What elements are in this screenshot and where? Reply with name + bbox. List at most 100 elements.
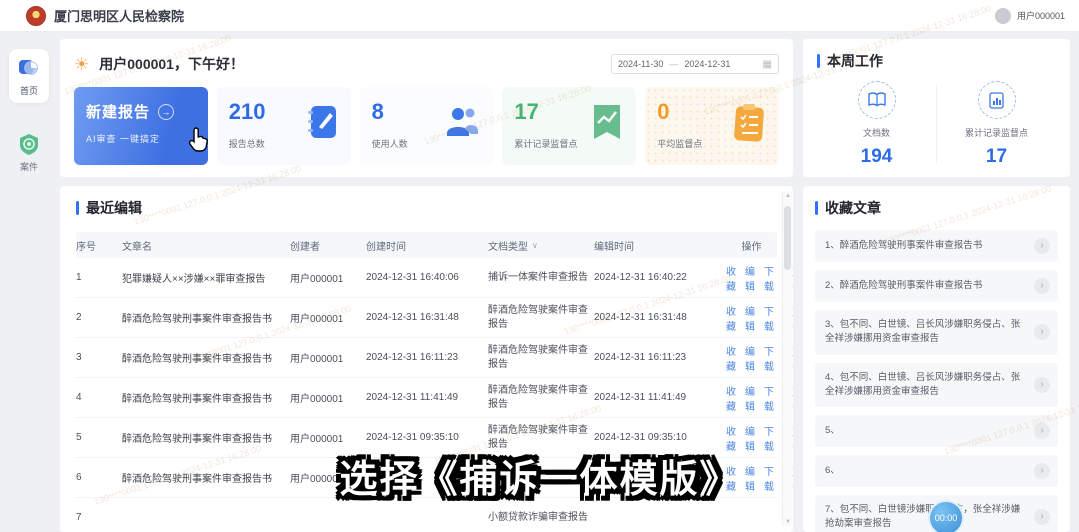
date-end[interactable]: 2024-12-31 (684, 59, 730, 69)
header-user-area[interactable]: 用户000001 (994, 7, 1065, 24)
favorite-item-text: 4、包不同、白世镜、吕长风涉嫌职务侵占、张全祥涉嫌挪用资金审查报告 (825, 371, 1021, 397)
title-accent-bar (817, 54, 820, 68)
home-icon (19, 60, 38, 75)
flag-chart-icon (594, 105, 621, 139)
calendar-icon: ▦ (762, 58, 772, 70)
col-header-type-filter[interactable]: 文档类型 ∨ (488, 238, 590, 253)
new-report-subtitle: AI审查 一键搞定 (86, 134, 161, 144)
action-编辑[interactable]: 编辑 (745, 263, 755, 293)
table-row: 4 醉酒危险驾驶刑事案件审查报告书 用户000001 2024-12-31 11:41… (76, 378, 793, 418)
week-work-title: 本周工作 (817, 51, 1056, 71)
cell-no: 1 (76, 272, 82, 283)
cell-created: 2024-12-31 16:40:06 (366, 272, 459, 283)
scrollbar-thumb[interactable] (784, 206, 791, 270)
week-stat-docs: 文档数 194 (817, 81, 936, 168)
new-report-title: 新建报告 (86, 104, 151, 121)
report-book-icon (307, 106, 336, 138)
action-收藏[interactable]: 收藏 (726, 343, 736, 373)
week-stat-value: 194 (860, 146, 893, 167)
cell-created: 2024-12-31 16:31:48 (366, 312, 459, 323)
dashboard-card: ☀ 用户000001，下午好！ 2024-11-30 — 2024-12-31 … (60, 39, 793, 177)
cell-edited: 2024-12-31 09:35:10 (594, 432, 687, 443)
cell-creator: 用户000001 (290, 394, 344, 405)
app-title: 厦门思明区人民检察院 (54, 9, 185, 24)
action-下载[interactable]: 下载 (764, 463, 774, 493)
cell-no: 5 (76, 432, 82, 443)
favorite-item[interactable]: 4、包不同、白世镜、吕长风涉嫌职务侵占、张全祥涉嫌挪用资金审查报告 › (815, 362, 1058, 407)
chevron-right-icon[interactable]: › (1034, 423, 1050, 439)
left-column: ☀ 用户000001，下午好！ 2024-11-30 — 2024-12-31 … (60, 39, 793, 532)
stat-card-avg-supervision: 0 平均监督点 (645, 87, 779, 165)
table-row: 6醉酒危险驾驶刑事案件审查报告书用户000001收藏编辑下载更多 (76, 458, 793, 498)
chevron-right-icon[interactable]: › (1034, 324, 1050, 341)
stats-row: 新建报告 → AI审查 一键搞定 210 报告总数 8 使用人数 17 累计记录… (74, 87, 779, 165)
sidebar-item-home[interactable]: 首页 (9, 49, 49, 103)
stat-card-total-reports: 210 报告总数 (216, 87, 351, 165)
action-编辑[interactable]: 编辑 (745, 303, 755, 333)
week-stat-supervision: 累计记录监督点 17 (937, 81, 1056, 168)
new-report-button[interactable]: 新建报告 → AI审查 一键搞定 (74, 87, 208, 165)
week-work-panel: 本周工作 文档数 194 累计记录监督点 17 (803, 39, 1070, 177)
header-username: 用户000001 (1016, 11, 1065, 21)
cell-name: 醉酒危险驾驶刑事案件审查报告书 (122, 434, 272, 445)
cell-type: 醉酒危险驾驶案件审查报告 (488, 385, 588, 410)
col-header-no: 序号 (76, 241, 96, 253)
scroll-down-icon[interactable]: ▼ (783, 519, 793, 525)
cell-creator: 用户000001 (290, 474, 344, 485)
favorites-panel: 收藏文章 1、醉酒危险驾驶刑事案件审查报告书 › 2、醉酒危险驾驶刑事案件审查报告书… (803, 186, 1070, 532)
table-row: 7 小额贷款诈骗审查报告 (76, 498, 777, 532)
clipboard-icon (734, 104, 764, 142)
action-下载[interactable]: 下载 (764, 383, 774, 413)
action-编辑[interactable]: 编辑 (745, 383, 755, 413)
favorite-item[interactable]: 5、 › (815, 415, 1058, 447)
chevron-right-icon[interactable]: › (1034, 376, 1050, 393)
cell-created: 2024-12-31 09:35:10 (366, 432, 459, 443)
action-下载[interactable]: 下载 (764, 343, 774, 373)
chevron-right-icon[interactable]: › (1034, 463, 1050, 479)
date-range-picker[interactable]: 2024-11-30 — 2024-12-31 ▦ (611, 54, 779, 74)
cell-type: 小额贷款诈骗审查报告 (488, 511, 588, 523)
chevron-right-icon[interactable]: › (1034, 278, 1050, 294)
cell-edited: 2024-12-31 16:11:23 (594, 352, 687, 363)
action-收藏[interactable]: 收藏 (726, 383, 736, 413)
title-accent-bar (76, 201, 79, 215)
favorite-item[interactable]: 1、醉酒危险驾驶刑事案件审查报告书 › (815, 230, 1058, 262)
date-start[interactable]: 2024-11-30 (618, 59, 663, 69)
date-separator: — (669, 59, 679, 69)
table-body: 1 犯罪嫌疑人××涉嫌××罪审查报告 用户000001 2024-12-31 16:4… (76, 258, 793, 532)
cell-created: 2024-12-31 11:41:49 (366, 392, 459, 403)
chevron-right-icon[interactable]: › (1034, 238, 1050, 254)
app-header: 厦门思明区人民检察院 用户000001 (0, 0, 1079, 32)
greeting-row: ☀ 用户000001，下午好！ 2024-11-30 — 2024-12-31 … (74, 49, 779, 79)
col-header-actions: 操作 (741, 241, 762, 253)
content: ☀ 用户000001，下午好！ 2024-11-30 — 2024-12-31 … (58, 33, 1079, 532)
action-下载[interactable]: 下载 (764, 263, 774, 293)
favorite-item[interactable]: 2、醉酒危险驾驶刑事案件审查报告书 › (815, 270, 1058, 302)
cell-creator: 用户000001 (290, 434, 344, 445)
sidebar-item-cases[interactable]: 案件 (9, 125, 49, 179)
greeting-text: 用户000001，下午好！ (99, 56, 244, 72)
user-avatar[interactable] (994, 7, 1011, 24)
favorite-item[interactable]: 3、包不同、白世镜、吕长风涉嫌职务侵占、张全祥涉嫌挪用资金审查报告 › (815, 310, 1058, 355)
cell-edited: 2024-12-31 16:40:22 (594, 272, 687, 283)
action-收藏[interactable]: 收藏 (726, 263, 736, 293)
favorites-list: 1、醉酒危险驾驶刑事案件审查报告书 › 2、醉酒危险驾驶刑事案件审查报告书 › 3、包不… (815, 230, 1058, 532)
doc-chart-icon (977, 81, 1016, 119)
action-编辑[interactable]: 编辑 (745, 463, 755, 493)
col-header-created: 创建时间 (366, 241, 406, 253)
action-编辑[interactable]: 编辑 (745, 343, 755, 373)
favorite-item-text: 1、醉酒危险驾驶刑事案件审查报告书 (825, 239, 983, 251)
action-收藏[interactable]: 收藏 (726, 463, 736, 493)
action-下载[interactable]: 下载 (764, 303, 774, 333)
action-收藏[interactable]: 收藏 (726, 423, 736, 453)
favorite-item[interactable]: 6、 › (815, 455, 1058, 487)
action-编辑[interactable]: 编辑 (745, 423, 755, 453)
scroll-up-icon[interactable]: ▲ (783, 193, 793, 199)
chevron-right-icon[interactable]: › (1034, 509, 1050, 526)
table-scrollbar[interactable]: ▲ ▼ (782, 192, 792, 526)
action-收藏[interactable]: 收藏 (726, 303, 736, 333)
action-下载[interactable]: 下载 (764, 423, 774, 453)
recent-edits-table: 序号 文章名 创建者 创建时间 文档类型 ∨ 编辑时间 操作 1 犯罪嫌疑人××涉… (76, 232, 793, 532)
table-row: 5 醉酒危险驾驶刑事案件审查报告书 用户000001 2024-12-31 09:35… (76, 418, 793, 458)
cell-no: 4 (76, 392, 82, 403)
